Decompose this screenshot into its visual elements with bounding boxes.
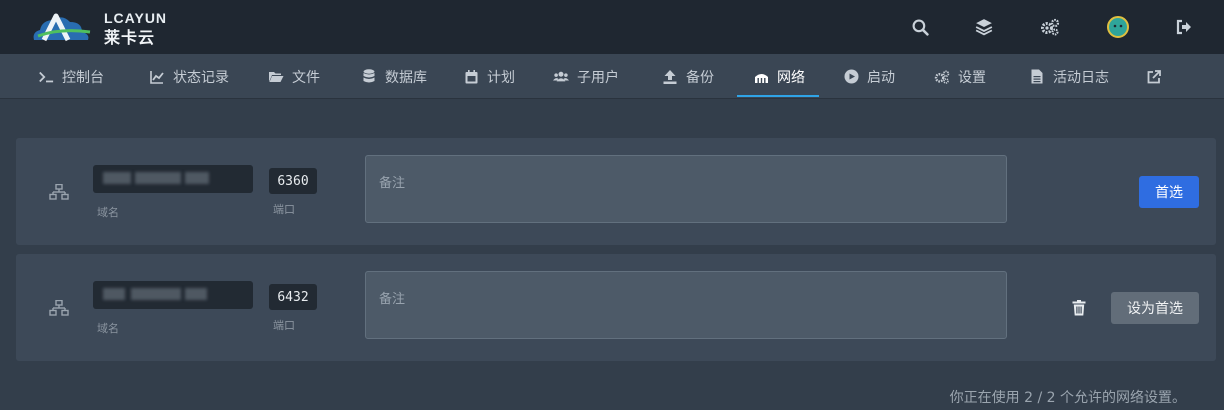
tab-console[interactable]: 控制台 (38, 54, 104, 99)
port-value: 6432 (269, 284, 317, 310)
database-icon (361, 69, 377, 85)
tab-label: 子用户 (577, 69, 619, 86)
users-icon (553, 69, 569, 85)
avatar[interactable] (1107, 16, 1129, 38)
port-label: 端口 (273, 319, 295, 332)
layers-icon[interactable] (973, 16, 995, 38)
allocation-row: 域名 6432 端口 备注 设为首选 (16, 254, 1216, 361)
tab-settings[interactable]: 设置 (934, 54, 986, 99)
tab-label: 文件 (292, 69, 320, 86)
sign-out-icon[interactable] (1173, 16, 1195, 38)
tab-label: 备份 (686, 69, 714, 86)
search-icon[interactable] (909, 16, 931, 38)
logo-subtitle: 莱卡云 (104, 28, 156, 47)
terminal-icon (38, 69, 54, 85)
tab-status[interactable]: 状态记录 (149, 54, 229, 99)
primary-button[interactable]: 首选 (1139, 176, 1199, 208)
domain-field[interactable] (93, 165, 253, 193)
tab-backups[interactable]: 备份 (662, 54, 714, 99)
tab-label: 设置 (958, 69, 986, 86)
domain-field[interactable] (93, 281, 253, 309)
logo[interactable]: LCAYUN 莱卡云 (30, 8, 170, 47)
tab-label: 网络 (777, 69, 805, 86)
redacted-text (185, 172, 209, 184)
allocation-row: 域名 6360 端口 备注 首选 (16, 138, 1216, 245)
chart-line-icon (149, 69, 165, 85)
tab-label: 活动日志 (1053, 69, 1109, 86)
tab-activity-log[interactable]: 活动日志 (1029, 54, 1109, 99)
network-icon (49, 184, 69, 200)
tab-label: 计划 (487, 69, 515, 86)
port-label: 端口 (273, 203, 295, 216)
tab-label: 状态记录 (173, 69, 229, 86)
notes-textarea[interactable]: 备注 (365, 155, 1007, 223)
allocation-usage-text: 你正在使用 2 / 2 个允许的网络设置。 (949, 390, 1186, 406)
tab-label: 启动 (867, 69, 895, 86)
network-icon (49, 300, 69, 316)
port-value: 6360 (269, 168, 317, 194)
redacted-text (185, 288, 207, 300)
tab-startup[interactable]: 启动 (843, 54, 895, 99)
tab-databases[interactable]: 数据库 (361, 54, 427, 99)
tab-files[interactable]: 文件 (268, 54, 320, 99)
redacted-text (135, 172, 181, 184)
domain-label: 域名 (97, 206, 119, 219)
cogs-icon (934, 69, 950, 85)
cloud-logo-icon (33, 13, 91, 42)
active-tab-indicator (737, 95, 819, 97)
nav-bar: 控制台 状态记录 文件 数据库 计划 子用户 备份 网络 启动 设置 活动日志 (0, 54, 1224, 99)
notes-textarea[interactable]: 备注 (365, 271, 1007, 339)
set-primary-button[interactable]: 设为首选 (1111, 292, 1199, 324)
cogs-icon[interactable] (1039, 16, 1061, 38)
file-alt-icon (1029, 69, 1045, 85)
tab-network[interactable]: 网络 (753, 54, 805, 99)
external-link-icon (1146, 69, 1162, 85)
network-wired-icon (753, 69, 769, 85)
tab-subusers[interactable]: 子用户 (553, 54, 619, 99)
tab-label: 控制台 (62, 69, 104, 86)
domain-label: 域名 (97, 322, 119, 335)
upload-icon (662, 69, 678, 85)
top-bar: LCAYUN 莱卡云 (0, 0, 1224, 54)
play-circle-icon (843, 69, 859, 85)
trash-icon[interactable] (1072, 300, 1086, 316)
redacted-text (103, 172, 131, 184)
folder-open-icon (268, 69, 284, 85)
tab-label: 数据库 (385, 69, 427, 86)
external-link-button[interactable] (1146, 54, 1162, 99)
redacted-text (103, 288, 125, 300)
redacted-text (131, 288, 181, 300)
tab-schedules[interactable]: 计划 (463, 54, 515, 99)
calendar-icon (463, 69, 479, 85)
